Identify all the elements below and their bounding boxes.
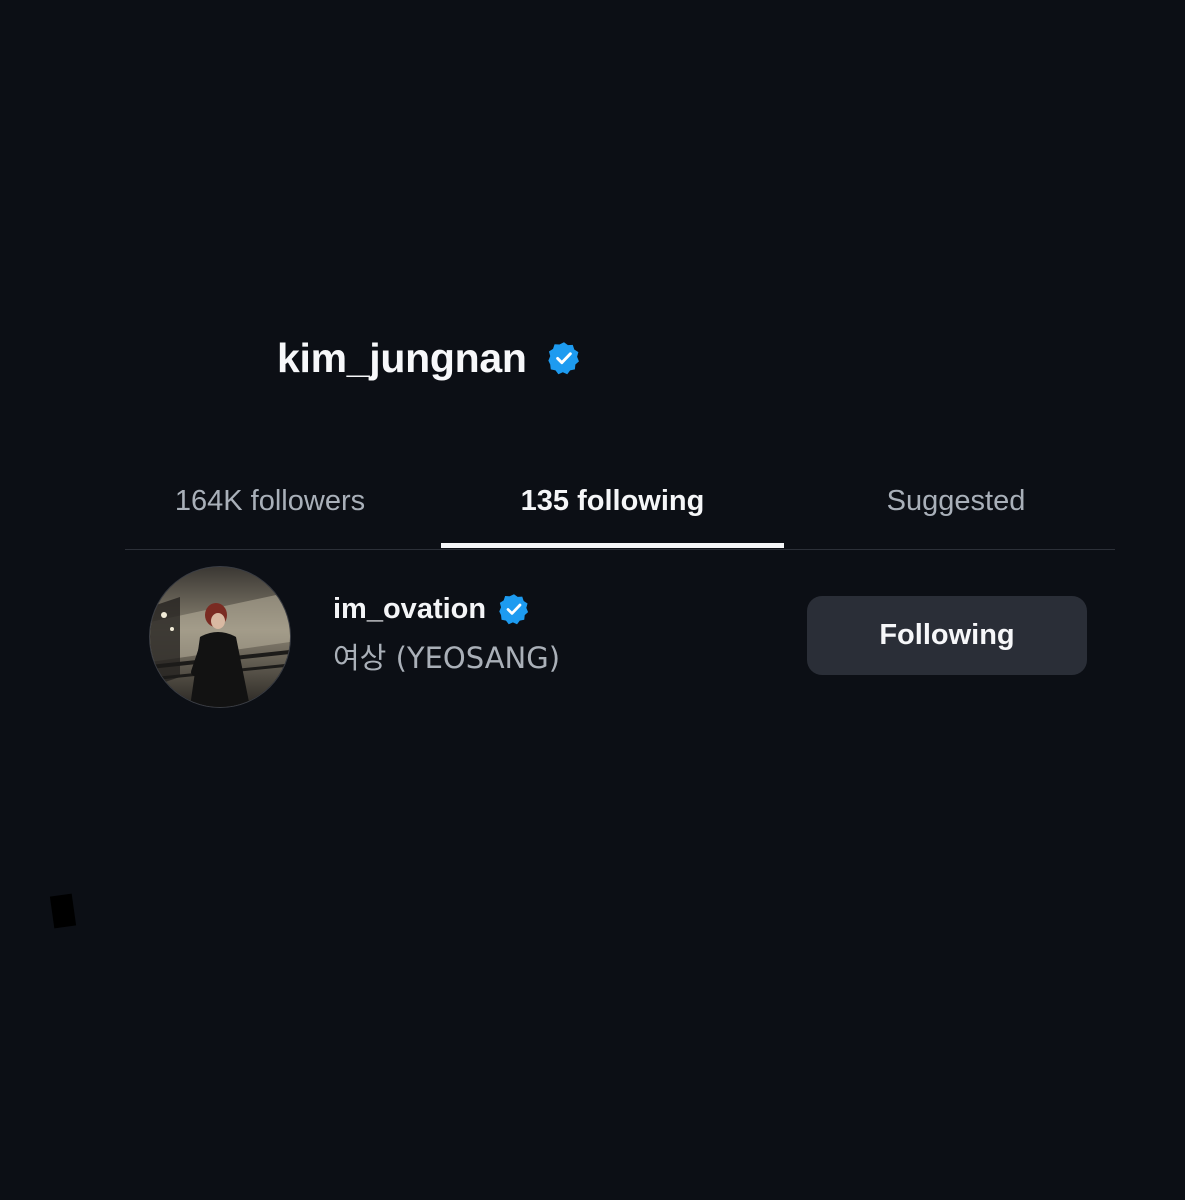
verified-badge-icon <box>547 341 581 375</box>
list-item-fullname: 여상 (YEOSANG) <box>333 641 561 675</box>
tab-following[interactable]: 135 following <box>441 455 784 547</box>
tab-suggested[interactable]: Suggested <box>841 455 1071 547</box>
verified-badge-icon <box>498 593 530 625</box>
user-meta: im_ovation 여상 (YEOSANG) <box>333 589 560 677</box>
profile-username: kim_jungnan <box>277 334 527 381</box>
active-tab-indicator <box>441 543 784 548</box>
black-artifact <box>49 893 77 929</box>
list-item[interactable]: im_ovation 여상 (YEOSANG) Following <box>150 567 1090 707</box>
list-item-username[interactable]: im_ovation <box>333 593 486 626</box>
avatar[interactable] <box>150 567 290 707</box>
profile-header: kim_jungnan <box>277 332 581 384</box>
username-line: im_ovation <box>333 589 560 629</box>
tab-followers[interactable]: 164K followers <box>135 455 405 547</box>
following-button[interactable]: Following <box>807 596 1087 675</box>
follow-tabs: 164K followers 135 following Suggested <box>125 455 1115 550</box>
